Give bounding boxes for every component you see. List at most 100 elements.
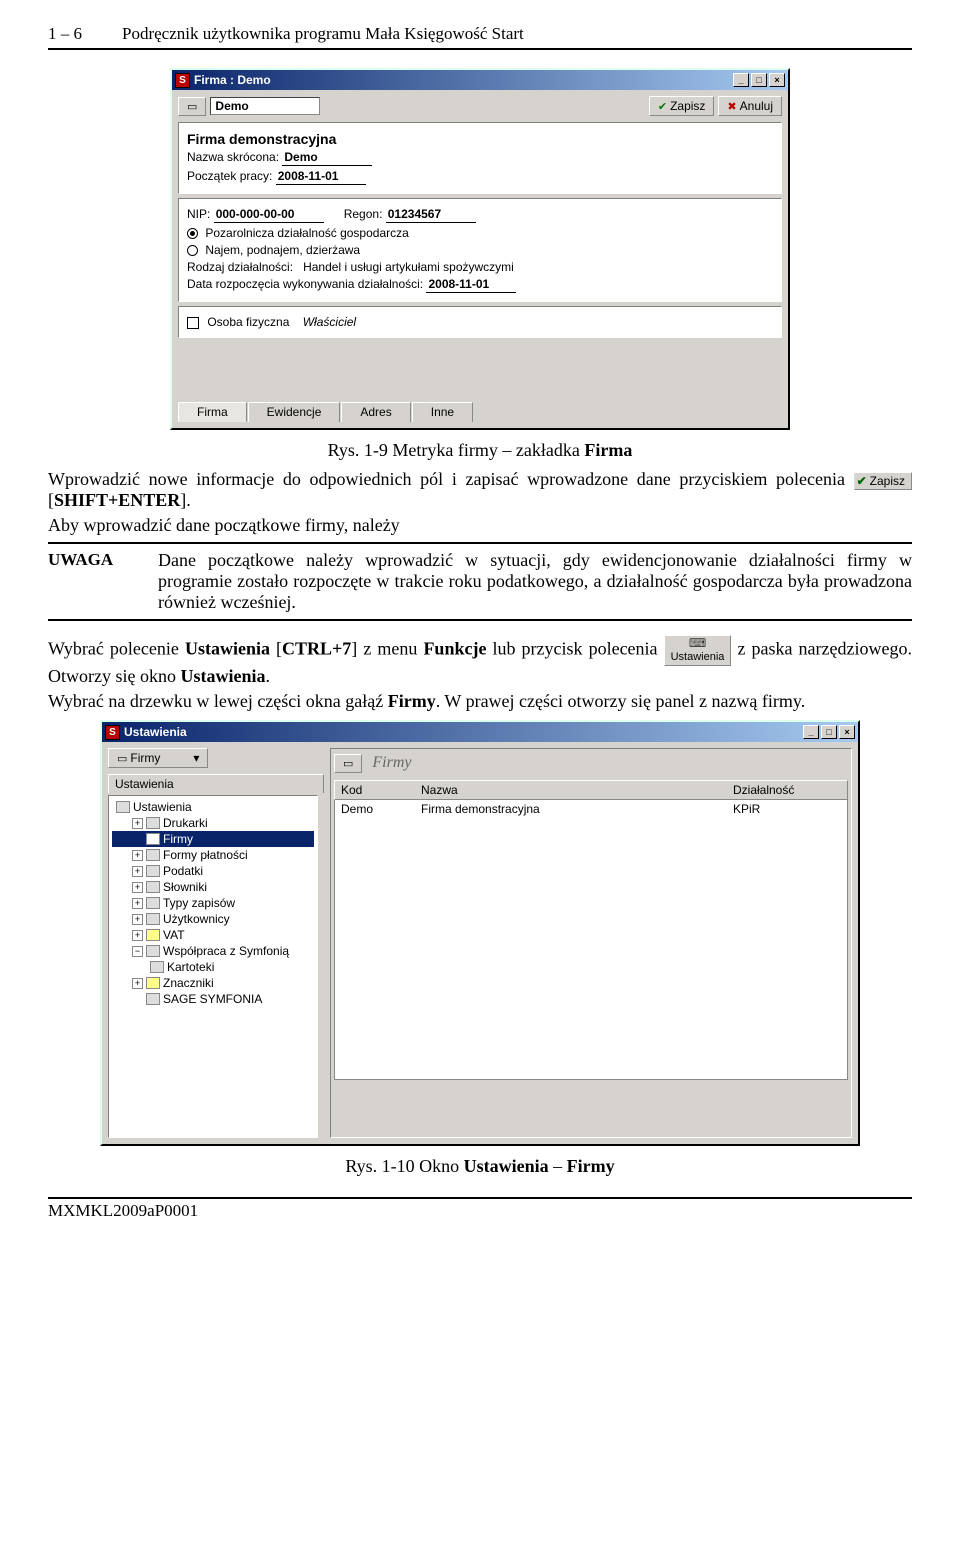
regon-field[interactable]: 01234567	[386, 207, 476, 223]
titlebar[interactable]: S Firma : Demo _ □ ×	[172, 70, 788, 90]
minimize-button[interactable]: _	[733, 73, 749, 87]
regon-label: Regon:	[344, 207, 383, 221]
record-nav-button[interactable]: ▭	[178, 97, 206, 116]
osoba-fizyczna-label: Osoba fizyczna	[207, 315, 289, 329]
cell-kod: Demo	[335, 800, 415, 818]
panel-switch-button[interactable]: ▭ Firmy ▾	[108, 748, 208, 768]
uwaga-block: UWAGA Dane początkowe należy wprowadzić …	[48, 542, 912, 621]
tree-item-vat[interactable]: +VAT	[112, 927, 314, 943]
maximize-button[interactable]: □	[821, 725, 837, 739]
firm-full-name[interactable]: Firma demonstracyjna	[187, 131, 773, 147]
collapse-icon[interactable]: −	[132, 946, 143, 957]
expand-icon[interactable]: +	[132, 866, 143, 877]
folder-icon	[116, 801, 130, 813]
save-button[interactable]: ✔Zapisz	[649, 96, 715, 116]
vat-icon	[146, 929, 160, 941]
tab-firma[interactable]: Firma	[178, 402, 247, 422]
short-name-field[interactable]: Demo	[282, 150, 372, 166]
cell-nazwa: Firma demonstracyjna	[415, 800, 727, 818]
inline-ustawienia-icon: Ustawienia	[664, 635, 732, 666]
expand-icon[interactable]: +	[132, 978, 143, 989]
activity-panel: NIP: 000-000-00-00 Regon: 01234567 Pozar…	[178, 198, 782, 302]
tab-adres[interactable]: Adres	[341, 402, 410, 422]
expand-icon[interactable]: +	[132, 898, 143, 909]
tree-item-kartoteki[interactable]: Kartoteki	[112, 959, 314, 975]
app-icon: S	[175, 73, 190, 88]
col-dzialalnosc[interactable]: Działalność	[727, 781, 847, 799]
tab-ewidencje[interactable]: Ewidencje	[248, 402, 341, 422]
col-kod[interactable]: Kod	[335, 781, 415, 799]
expand-icon[interactable]: +	[132, 914, 143, 925]
tree-pane[interactable]: Ustawienia +Drukarki Firmy +Formy płatno…	[108, 795, 318, 1138]
titlebar-2[interactable]: S Ustawienia _ □ ×	[102, 722, 858, 742]
x-icon: ✖	[727, 100, 736, 113]
tree-item-firmy[interactable]: Firmy	[112, 831, 314, 847]
check-icon: ✔	[658, 100, 667, 113]
data-rozp-field[interactable]: 2008-11-01	[426, 277, 516, 293]
tabs: Firma Ewidencje Adres Inne	[178, 402, 782, 422]
tag-icon	[146, 977, 160, 989]
tree-item-slowniki[interactable]: +Słowniki	[112, 879, 314, 895]
osoba-fizyczna-checkbox[interactable]	[187, 317, 199, 329]
radio-najem[interactable]	[187, 245, 198, 256]
tree-root[interactable]: Ustawienia	[112, 799, 314, 815]
header-rule	[48, 48, 912, 50]
expand-icon[interactable]: +	[132, 850, 143, 861]
expand-icon[interactable]: +	[132, 818, 143, 829]
figure-caption-2: Rys. 1-10 Okno Ustawienia – Firmy	[48, 1156, 912, 1177]
wlasciciel-label: Właściciel	[303, 315, 356, 329]
close-button[interactable]: ×	[839, 725, 855, 739]
rodzaj-label: Rodzaj działalności:	[187, 260, 293, 274]
tree-item-formy-platnosci[interactable]: +Formy płatności	[112, 847, 314, 863]
nip-label: NIP:	[187, 207, 210, 221]
minimize-button[interactable]: _	[803, 725, 819, 739]
window-title: Firma : Demo	[194, 73, 271, 87]
cancel-button[interactable]: ✖Anuluj	[718, 96, 782, 116]
tree-item-podatki[interactable]: +Podatki	[112, 863, 314, 879]
window-title-2: Ustawienia	[124, 725, 187, 739]
maximize-button[interactable]: □	[751, 73, 767, 87]
card-icon: ▭	[187, 100, 197, 113]
table-row[interactable]: Demo Firma demonstracyjna KPiR	[335, 800, 847, 818]
grid-body[interactable]: Demo Firma demonstracyjna KPiR	[334, 800, 848, 1080]
list-pane: ▭ Firmy Kod Nazwa Działalność Demo Firma…	[330, 748, 852, 1138]
expand-icon[interactable]: +	[132, 930, 143, 941]
printer-icon	[146, 817, 160, 829]
tree-item-wspolpraca[interactable]: −Współpraca z Symfonią	[112, 943, 314, 959]
book-icon	[146, 881, 160, 893]
rodzaj-field[interactable]: Handel i usługi artykułami spożywczymi	[303, 260, 514, 274]
tree-item-uzytkownicy[interactable]: +Użytkownicy	[112, 911, 314, 927]
paragraph-3: Wybrać polecenie Ustawienia [CTRL+7] z m…	[48, 635, 912, 687]
tree-item-znaczniki[interactable]: +Znaczniki	[112, 975, 314, 991]
tree-item-typy-zapisow[interactable]: +Typy zapisów	[112, 895, 314, 911]
paragraph-2: Aby wprowadzić dane początkowe firmy, na…	[48, 515, 912, 536]
paragraph-4: Wybrać na drzewku w lewej części okna ga…	[48, 691, 912, 712]
start-date-label: Początek pracy:	[187, 169, 272, 183]
tree-item-drukarki[interactable]: +Drukarki	[112, 815, 314, 831]
tree-item-sage[interactable]: SAGE SYMFONIA	[112, 991, 314, 1007]
sage-icon	[146, 993, 160, 1005]
grid-header: Kod Nazwa Działalność	[334, 780, 848, 800]
footer-rule	[48, 1197, 912, 1199]
uwaga-text: Dane początkowe należy wprowadzić w sytu…	[158, 550, 912, 613]
radio-pozarolnicza-label: Pozarolnicza działalność gospodarcza	[205, 226, 408, 240]
header-title: Podręcznik użytkownika programu Mała Ksi…	[122, 24, 524, 44]
footer-code: MXMKL2009aP0001	[48, 1201, 912, 1221]
tab-inne[interactable]: Inne	[412, 402, 473, 422]
card-icon	[146, 833, 160, 845]
close-button[interactable]: ×	[769, 73, 785, 87]
radio-najem-label: Najem, podnajem, dzierżawa	[205, 243, 360, 257]
radio-pozarolnicza[interactable]	[187, 228, 198, 239]
check-icon: ✔	[857, 474, 867, 488]
expand-icon[interactable]: +	[132, 882, 143, 893]
firm-dropdown[interactable]: Demo	[210, 97, 319, 115]
link-icon	[146, 945, 160, 957]
app-icon: S	[105, 725, 120, 740]
folder-icon	[146, 865, 160, 877]
nip-field[interactable]: 000-000-00-00	[214, 207, 324, 223]
col-nazwa[interactable]: Nazwa	[415, 781, 727, 799]
window-ustawienia: S Ustawienia _ □ × ▭ Firmy ▾ Ustaw	[100, 720, 860, 1146]
start-date-field[interactable]: 2008-11-01	[276, 169, 366, 185]
list-panel-button[interactable]: ▭	[334, 754, 362, 773]
uwaga-label: UWAGA	[48, 550, 138, 613]
